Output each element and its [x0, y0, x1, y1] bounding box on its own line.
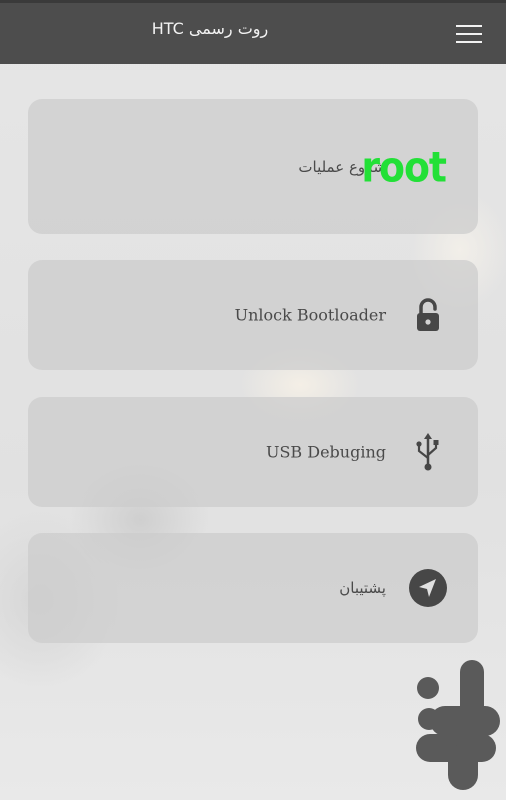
navigation-arrow-icon — [409, 569, 447, 607]
unlock-bootloader-label: Unlock Bootloader — [234, 305, 386, 325]
support-label: پشتیبان — [339, 579, 386, 597]
usb-debugging-button[interactable]: USB Debuging — [28, 397, 478, 507]
start-root-button[interactable]: شروع عملیات root — [28, 99, 478, 234]
unlock-icon — [417, 298, 439, 331]
unlock-bootloader-button[interactable]: Unlock Bootloader — [28, 260, 478, 370]
hamburger-menu-icon[interactable] — [456, 25, 482, 45]
support-button[interactable]: پشتیبان — [28, 533, 478, 643]
app-title: روت رسمی HTC — [151, 19, 269, 38]
usb-icon — [416, 433, 439, 471]
bazaar-logo-icon — [416, 660, 500, 790]
root-badge: root — [361, 142, 447, 191]
app-bar: روت رسمی HTC — [0, 0, 506, 64]
usb-debugging-label: USB Debuging — [265, 442, 386, 462]
